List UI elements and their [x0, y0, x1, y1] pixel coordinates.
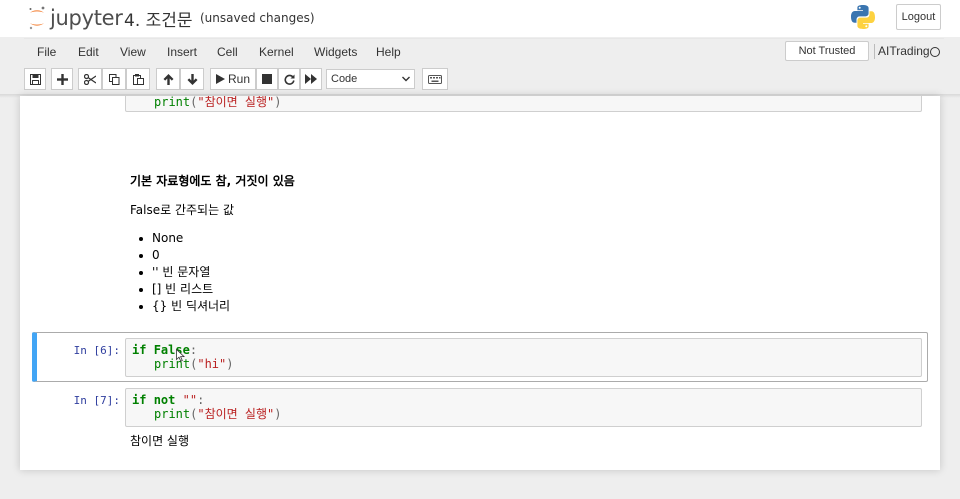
list-item: [] 빈 리스트	[138, 281, 230, 298]
input-prompt: In [7]:	[73, 394, 120, 407]
list-item: {} 빈 딕셔너리	[138, 299, 231, 313]
previous-code-cell[interactable]: print("참이면 실행")	[125, 96, 922, 112]
command-palette-button[interactable]	[422, 68, 448, 90]
menu-insert[interactable]: Insert	[167, 45, 197, 59]
save-button[interactable]	[24, 68, 46, 90]
code-cell-6[interactable]: if False: print("hi")	[125, 338, 922, 377]
interrupt-button[interactable]	[256, 68, 278, 90]
menubar: File Edit View Insert Cell Kernel Widget…	[24, 38, 944, 65]
kernel-idle-icon	[930, 47, 940, 57]
move-up-button[interactable]	[156, 68, 180, 90]
python-logo-icon	[851, 5, 875, 30]
notebook-name[interactable]: 4. 조건문	[124, 6, 193, 31]
logo-text: jupyter	[50, 6, 123, 30]
mouse-cursor-icon	[176, 349, 185, 362]
run-label: Run	[227, 72, 250, 86]
code-token: not	[153, 393, 176, 407]
code-token: if	[132, 343, 147, 357]
input-prompt: In [6]:	[73, 344, 120, 357]
code-token: ""	[182, 393, 198, 407]
menu-file[interactable]: File	[37, 45, 56, 59]
markdown-list: None 0 '' 빈 문자열 [] 빈 리스트 {} 빈 딕셔너리	[138, 230, 231, 315]
code-token: "참이면 실행"	[197, 96, 275, 109]
kernel-name[interactable]: AITrading	[874, 44, 930, 59]
cut-button[interactable]	[78, 68, 102, 90]
save-icon	[29, 73, 41, 85]
restart-button[interactable]	[278, 68, 300, 90]
code-cell-7[interactable]: if not "": print("참이면 실행")	[125, 388, 922, 427]
code-token: "참이면 실행"	[197, 407, 275, 421]
markdown-paragraph: False로 간주되는 값	[130, 203, 234, 217]
menu-help[interactable]: Help	[376, 45, 401, 59]
code-token: if	[132, 393, 147, 407]
copy-icon	[108, 73, 119, 85]
move-down-button[interactable]	[180, 68, 204, 90]
logout-button[interactable]: Logout	[896, 4, 941, 30]
menu-widgets[interactable]: Widgets	[314, 45, 357, 59]
insert-cell-button[interactable]	[51, 68, 73, 90]
list-item: 0	[138, 247, 230, 264]
header: jupyter 4. 조건문 (unsaved changes) Logout	[0, 0, 960, 37]
menu-cell[interactable]: Cell	[217, 45, 238, 59]
copy-button[interactable]	[102, 68, 126, 90]
paste-button[interactable]	[126, 68, 150, 90]
code-token: print	[154, 407, 191, 421]
arrow-up-icon	[163, 73, 173, 85]
chevron-down-icon	[402, 76, 410, 82]
save-status: (unsaved changes)	[200, 11, 315, 25]
cell-type-value: Code	[331, 73, 358, 85]
menu-edit[interactable]: Edit	[78, 45, 99, 59]
cell-output: 참이면 실행	[130, 434, 190, 448]
plus-icon	[56, 73, 68, 85]
markdown-heading: 기본 자료형에도 참, 거짓이 있음	[130, 174, 295, 188]
play-icon	[215, 74, 225, 84]
toolbar: Run Code	[24, 67, 944, 92]
notebook-container: print("참이면 실행") 기본 자료형에도 참, 거짓이 있음 False…	[20, 96, 940, 470]
stop-icon	[262, 74, 272, 84]
code-token: "hi"	[197, 357, 227, 371]
cut-icon	[84, 73, 96, 85]
fast-forward-icon	[305, 74, 317, 84]
list-item: '' 빈 문자열	[138, 264, 230, 281]
restart-icon	[284, 74, 295, 85]
list-item: None	[138, 230, 230, 247]
code-token: :	[197, 393, 205, 407]
jupyter-logo-icon	[29, 6, 45, 30]
paste-icon	[132, 73, 144, 85]
menu-kernel[interactable]: Kernel	[259, 45, 294, 59]
keyboard-icon	[428, 74, 442, 84]
cell-type-select[interactable]: Code	[326, 69, 415, 89]
arrow-down-icon	[187, 73, 197, 85]
jupyter-logo[interactable]: jupyter	[26, 4, 123, 32]
menu-view[interactable]: View	[120, 45, 146, 59]
code-token: :	[189, 343, 198, 357]
run-button[interactable]: Run	[210, 68, 256, 90]
code-token: print	[154, 96, 191, 109]
not-trusted-button[interactable]: Not Trusted	[785, 41, 869, 61]
restart-run-all-button[interactable]	[300, 68, 322, 90]
